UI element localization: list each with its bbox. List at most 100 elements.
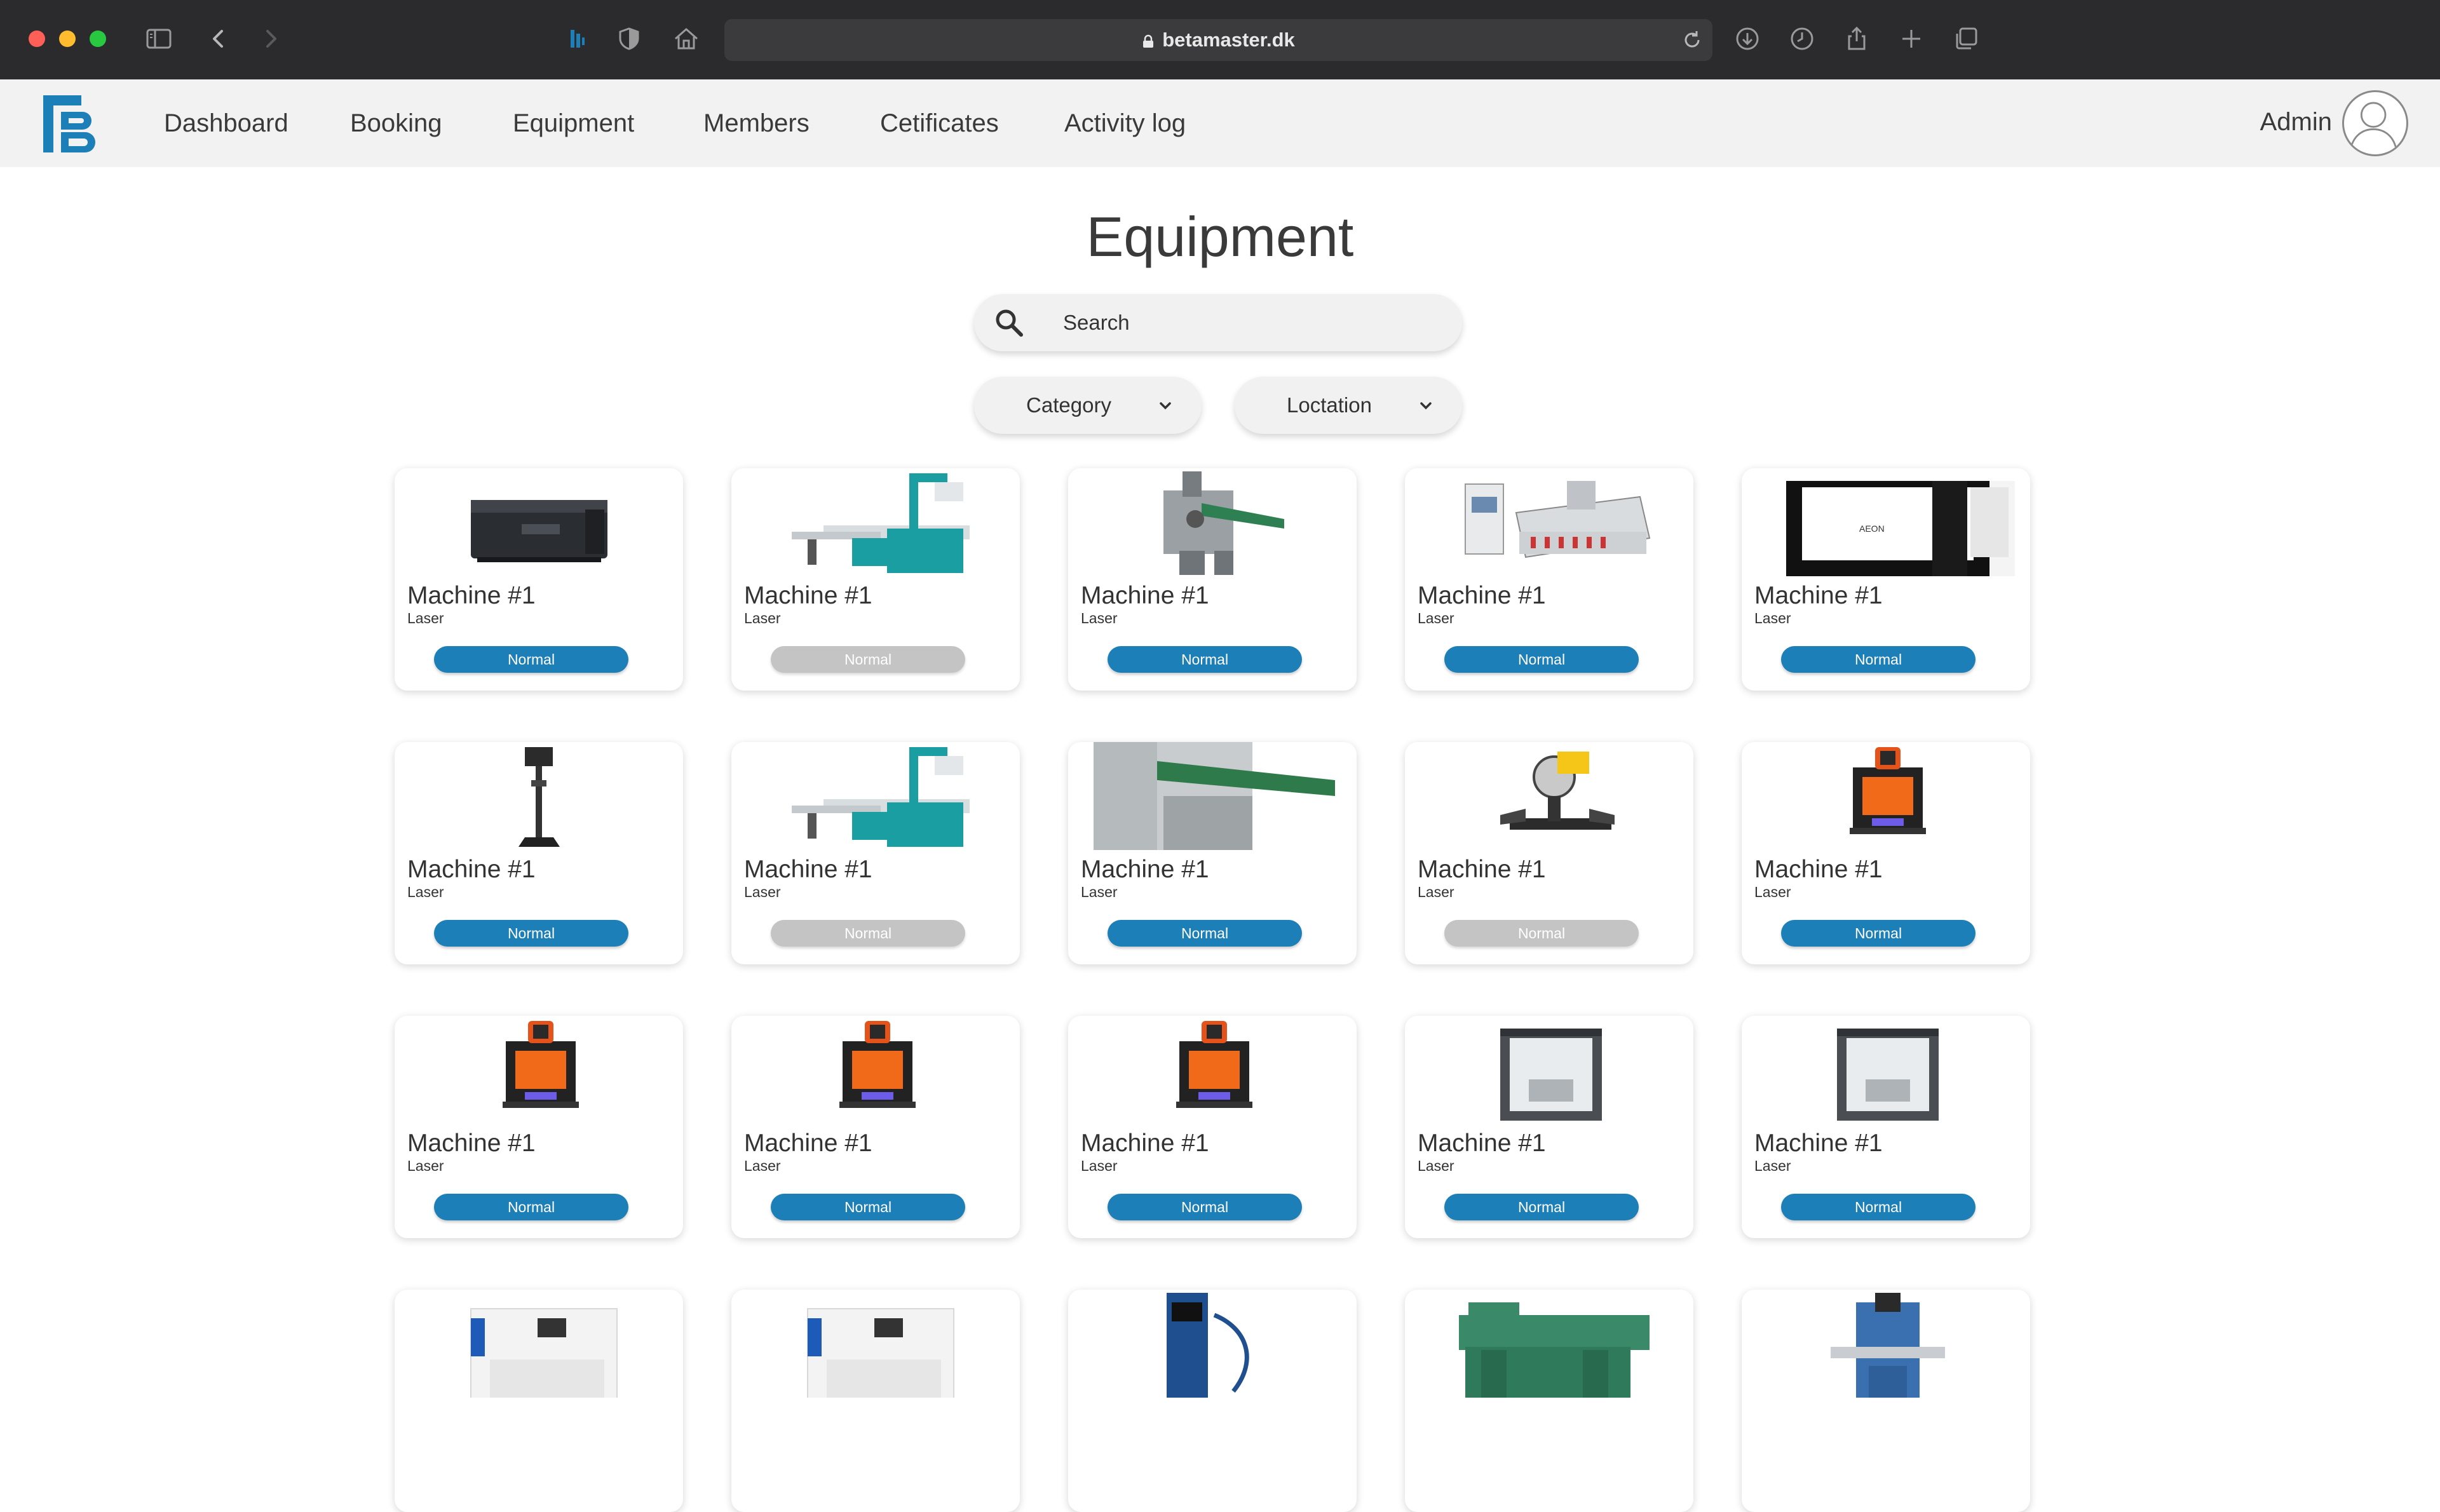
machine-name: Machine #1 xyxy=(1754,1130,1883,1157)
machine-image xyxy=(1094,742,1335,850)
equipment-card[interactable]: Machine #1 Laser Normal xyxy=(1068,468,1357,691)
back-icon[interactable] xyxy=(202,22,235,55)
chevron-down-icon xyxy=(1160,402,1171,410)
close-window-button[interactable] xyxy=(29,30,45,47)
machine-category: Laser xyxy=(1081,884,1118,900)
machine-image xyxy=(1176,1021,1252,1108)
equipment-card[interactable]: Machine #1 Laser Normal xyxy=(1068,742,1357,964)
equipment-card[interactable]: Machine #1 Laser Normal xyxy=(395,1016,683,1238)
url-text: betamaster.dk xyxy=(1162,29,1295,51)
minimize-window-button[interactable] xyxy=(59,30,76,47)
nav-activity-log[interactable]: Activity log xyxy=(1064,107,1186,139)
nav-members[interactable]: Members xyxy=(703,107,810,139)
fullscreen-window-button[interactable] xyxy=(90,30,106,47)
equipment-card[interactable]: Machine #1 Laser Normal xyxy=(731,1016,1020,1238)
downloads-icon[interactable] xyxy=(1731,22,1764,55)
machine-image xyxy=(1163,471,1284,575)
machine-name: Machine #1 xyxy=(1754,856,1883,883)
equipment-card[interactable] xyxy=(1405,1290,1693,1512)
search-box[interactable] xyxy=(974,294,1462,351)
machine-image xyxy=(1831,1293,1945,1398)
equipment-card[interactable]: Machine #1 Laser Normal xyxy=(395,742,683,964)
location-dropdown-label: Loctation xyxy=(1287,393,1372,417)
status-badge: Normal xyxy=(1781,920,1976,947)
machine-name: Machine #1 xyxy=(1081,1130,1209,1157)
search-icon xyxy=(996,309,1023,337)
status-badge: Normal xyxy=(434,1194,628,1220)
equipment-card[interactable] xyxy=(731,1290,1020,1512)
nav-certificates[interactable]: Cetificates xyxy=(880,107,999,139)
machine-category: Laser xyxy=(1081,1158,1118,1174)
status-badge: Normal xyxy=(771,646,965,673)
equipment-card[interactable]: Machine #1 Laser Normal xyxy=(1742,742,2030,964)
reload-icon[interactable] xyxy=(1679,27,1705,53)
user-avatar-icon xyxy=(2349,102,2398,152)
user-name[interactable]: Admin xyxy=(2260,106,2332,138)
equipment-card[interactable] xyxy=(1068,1290,1357,1512)
machine-name: Machine #1 xyxy=(1081,582,1209,609)
equipment-card[interactable]: Machine #1 Laser Normal xyxy=(1742,1016,2030,1238)
status-badge: Normal xyxy=(1444,646,1639,673)
new-tab-icon[interactable] xyxy=(1895,22,1928,55)
machine-image xyxy=(503,1021,579,1108)
machine-name: Machine #1 xyxy=(407,582,536,609)
machine-image xyxy=(470,1308,618,1398)
equipment-card[interactable] xyxy=(1742,1290,2030,1512)
home-icon[interactable] xyxy=(670,22,703,55)
svg-text:AEON: AEON xyxy=(1859,523,1885,534)
machine-name: Machine #1 xyxy=(744,856,872,883)
status-badge: Normal xyxy=(434,920,628,947)
equipment-card[interactable]: Machine #1 Laser Normal xyxy=(1405,468,1693,691)
avatar[interactable] xyxy=(2342,90,2408,156)
search-input[interactable] xyxy=(1063,294,1432,351)
machine-category: Laser xyxy=(744,610,781,626)
status-badge: Normal xyxy=(1108,920,1302,947)
machine-image xyxy=(807,1308,954,1398)
category-dropdown[interactable]: Category xyxy=(974,377,1202,434)
equipment-card[interactable] xyxy=(395,1290,683,1512)
machine-category: Laser xyxy=(407,884,444,900)
equipment-card[interactable]: Machine #1 Laser Normal xyxy=(1405,1016,1693,1238)
machine-category: Laser xyxy=(1081,610,1118,626)
equipment-card[interactable]: Machine #1 Laser Normal xyxy=(395,468,683,691)
forward-icon[interactable] xyxy=(254,22,287,55)
history-icon[interactable] xyxy=(1786,22,1819,55)
sidebar-toggle-icon[interactable] xyxy=(142,22,175,55)
status-badge: Normal xyxy=(1108,1194,1302,1220)
page-title: Equipment xyxy=(1086,205,1354,268)
status-badge: Normal xyxy=(1444,1194,1639,1220)
lock-icon xyxy=(1143,34,1154,48)
nav-equipment[interactable]: Equipment xyxy=(513,107,634,139)
machine-image xyxy=(792,473,970,573)
machine-category: Laser xyxy=(1754,884,1791,900)
betamaster-logo[interactable] xyxy=(43,95,100,152)
machine-category: Laser xyxy=(1418,610,1454,626)
machine-category: Laser xyxy=(1418,1158,1454,1174)
tab-overview-icon[interactable] xyxy=(1949,22,1982,55)
chevron-down-icon xyxy=(1420,402,1432,410)
equipment-card[interactable]: Machine #1 Laser Normal xyxy=(1068,1016,1357,1238)
category-dropdown-label: Category xyxy=(1026,393,1111,417)
machine-image xyxy=(1837,1029,1939,1121)
machine-category: Laser xyxy=(1754,1158,1791,1174)
equipment-card[interactable]: Machine #1 Laser Normal xyxy=(1405,742,1693,964)
privacy-shield-icon[interactable] xyxy=(613,22,646,55)
machine-name: Machine #1 xyxy=(1418,1130,1546,1157)
machine-image: AEON xyxy=(1786,481,2015,576)
machine-name: Machine #1 xyxy=(744,582,872,609)
equipment-card[interactable]: Machine #1 Laser Normal xyxy=(731,468,1020,691)
status-badge: Normal xyxy=(1781,646,1976,673)
share-icon[interactable] xyxy=(1840,22,1873,55)
equipment-card[interactable]: AEON Machine #1 Laser Normal xyxy=(1742,468,2030,691)
location-dropdown[interactable]: Loctation xyxy=(1235,377,1462,434)
status-badge: Normal xyxy=(771,1194,965,1220)
machine-image xyxy=(1850,747,1926,834)
machine-category: Laser xyxy=(744,884,781,900)
site-favicon-icon[interactable] xyxy=(560,22,593,55)
machine-category: Laser xyxy=(407,610,444,626)
equipment-card[interactable]: Machine #1 Laser Normal xyxy=(731,742,1020,964)
nav-dashboard[interactable]: Dashboard xyxy=(164,107,288,139)
address-bar[interactable]: betamaster.dk xyxy=(724,19,1712,61)
machine-name: Machine #1 xyxy=(1418,582,1546,609)
nav-booking[interactable]: Booking xyxy=(350,107,442,139)
